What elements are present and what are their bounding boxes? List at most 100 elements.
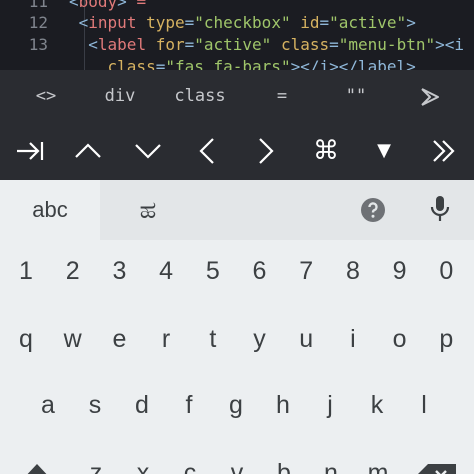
key-b[interactable]: b [264,450,304,474]
code-token: > [406,13,416,32]
code-text: <input type="checkbox" id="active"> [69,13,416,32]
code-token: ><i [435,35,464,54]
key-k[interactable]: k [357,382,397,428]
code-token: body [78,0,118,11]
key-d[interactable]: d [122,382,162,428]
snippet-quotes[interactable]: "" [338,70,374,122]
code-token: = [329,35,339,54]
line-number: 12 [28,13,48,32]
dropdown-icon[interactable]: ▼ [364,122,404,180]
line-number: 11 [28,0,48,11]
code-token: "menu-btn" [338,35,436,54]
abc-tab[interactable]: abc [0,180,100,240]
code-token: type [146,13,185,32]
code-line[interactable]: 12 <input type="checkbox" id="active"> [0,13,474,35]
key-0[interactable]: 0 [426,248,466,294]
tab-key-icon[interactable] [10,122,50,180]
key-i[interactable]: i [333,316,373,362]
key-3[interactable]: 3 [99,248,139,294]
letter-row-top: qwertyuiop [0,316,474,362]
key-l[interactable]: l [404,382,444,428]
code-line[interactable]: 11 <body> = [0,0,474,14]
microphone-icon[interactable] [426,194,454,224]
code-line[interactable]: 13 <label for="active" class="menu-btn">… [0,35,474,57]
key-6[interactable]: 6 [240,248,280,294]
tab-indent-icon[interactable] [412,70,448,122]
letter-row-home: asdfghjkl [0,382,474,428]
backspace-icon[interactable] [414,458,460,474]
code-token: "active" [329,13,407,32]
code-token: = [155,57,166,70]
code-token: class [107,57,156,70]
arrow-left-icon[interactable] [187,122,227,180]
snippet-angle-brackets[interactable]: <> [26,70,66,122]
key-j[interactable]: j [310,382,350,428]
line-number: 13 [28,35,48,54]
command-key-icon[interactable]: ⌘ [306,122,346,180]
key-1[interactable]: 1 [6,248,46,294]
keyboard: abc ಹ 1234567890 qwertyuiop asdfghjkl z … [0,180,474,474]
key-s[interactable]: s [75,382,115,428]
code-token: < [69,0,79,11]
key-2[interactable]: 2 [53,248,93,294]
key-r[interactable]: r [146,316,186,362]
code-token: class [280,35,330,54]
code-line[interactable]: class="fas fa-bars"></i></label> [0,57,474,70]
key-7[interactable]: 7 [286,248,326,294]
key-a[interactable]: a [28,382,68,428]
key-p[interactable]: p [426,316,466,362]
code-text: <label for="active" class="menu-btn"><i [69,35,464,54]
code-token: < [78,13,89,32]
key-z[interactable]: z [76,450,116,474]
snippet-class[interactable]: class [166,70,234,122]
key-c[interactable]: c [170,450,210,474]
code-token: id [300,13,320,32]
key-f[interactable]: f [169,382,209,428]
key-o[interactable]: o [380,316,420,362]
key-g[interactable]: g [216,382,256,428]
key-w[interactable]: w [53,316,93,362]
help-icon[interactable] [360,197,386,223]
code-token: > [117,0,137,11]
code-token: = [184,13,195,32]
code-text: <body> = [69,0,146,11]
key-5[interactable]: 5 [193,248,233,294]
key-v[interactable]: v [217,450,257,474]
arrow-up-icon[interactable] [68,122,108,180]
key-e[interactable]: e [99,316,139,362]
key-h[interactable]: h [263,382,303,428]
key-4[interactable]: 4 [146,248,186,294]
arrow-down-icon[interactable] [128,122,168,180]
snippet-div[interactable]: div [98,70,142,122]
code-token: "active" [194,35,281,54]
code-editor[interactable]: 11 <body> = 12 <input type="checkbox" id="… [0,0,474,70]
more-keys-icon[interactable] [424,122,464,180]
code-token: input [88,13,147,32]
code-token: = [136,0,147,11]
snippet-equals[interactable]: = [268,70,296,122]
code-token: label [97,35,156,54]
code-token: ></i></label> [290,57,416,70]
code-text: class="fas fa-bars"></i></label> [69,57,416,70]
navigation-bar: ⌘ ▼ [0,122,474,180]
key-n[interactable]: n [311,450,351,474]
letter-row-bottom: zxcvbnm [0,450,474,474]
code-token: for [155,35,185,54]
key-m[interactable]: m [358,450,398,474]
key-x[interactable]: x [123,450,163,474]
code-token: = [319,13,330,32]
key-y[interactable]: y [240,316,280,362]
key-t[interactable]: t [193,316,233,362]
snippet-bar: <> div class = "" [0,70,474,122]
code-token: "fas fa-bars" [165,57,291,70]
key-9[interactable]: 9 [380,248,420,294]
code-token: "checkbox" [194,13,301,32]
arrow-right-icon[interactable] [246,122,286,180]
shift-icon[interactable] [14,458,60,474]
code-token: < [88,35,98,54]
key-u[interactable]: u [286,316,326,362]
number-row: 1234567890 [0,248,474,294]
key-8[interactable]: 8 [333,248,373,294]
kannada-tab[interactable]: ಹ [122,180,174,240]
key-q[interactable]: q [6,316,46,362]
